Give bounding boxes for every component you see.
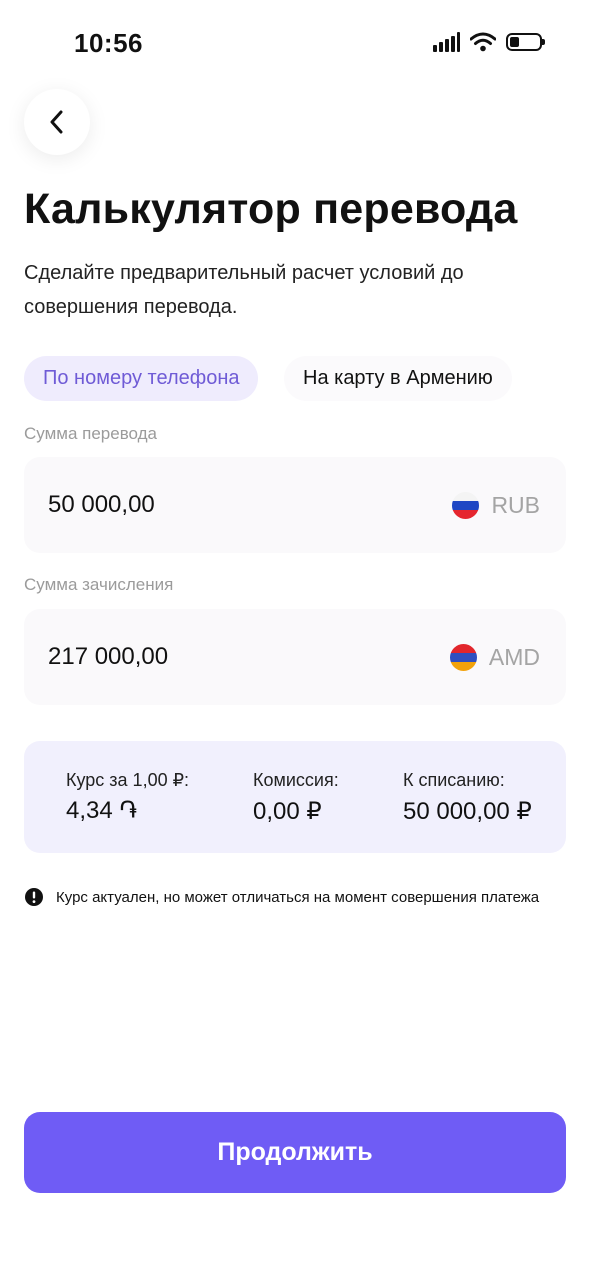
- currency-selector-amd: AMD: [449, 609, 540, 705]
- transfer-amount-value[interactable]: 50 000,00: [48, 457, 155, 553]
- chevron-left-icon: [50, 110, 63, 134]
- tab-by-phone[interactable]: По номеру телефона: [24, 356, 259, 401]
- page-subtitle: Сделайте предварительный расчет условий …: [24, 262, 464, 318]
- back-button[interactable]: [24, 89, 90, 155]
- currency-code: AMD: [488, 643, 540, 670]
- debit-block: К списанию: 50 000,00 ₽: [403, 770, 532, 826]
- tab-card-armenia[interactable]: На карту в Армению: [284, 356, 512, 401]
- rate-label: Курс за 1,00 ₽:: [66, 770, 190, 790]
- fee-block: Комиссия: 0,00 ₽: [253, 770, 339, 826]
- signal-icon: [433, 32, 460, 52]
- credit-amount-field[interactable]: 217 000,00 AMD: [24, 609, 566, 705]
- transfer-amount-field[interactable]: 50 000,00 RUB: [24, 457, 566, 553]
- status-icons: [433, 32, 545, 52]
- battery-icon: [506, 33, 545, 51]
- rate-notice: Курс актуален, но может отличаться на мо…: [24, 887, 539, 907]
- fee-value: 0,00 ₽: [253, 798, 322, 825]
- wifi-icon: [470, 32, 496, 52]
- armenia-flag-icon: [449, 643, 477, 671]
- fee-label: Комиссия:: [253, 770, 339, 790]
- credit-amount-label: Сумма зачисления: [24, 575, 174, 594]
- russia-flag-icon: [452, 491, 480, 519]
- transfer-amount-label: Сумма перевода: [24, 424, 158, 443]
- notice-text: Курс актуален, но может отличаться на мо…: [56, 888, 540, 906]
- currency-selector-rub: RUB: [452, 457, 540, 553]
- rate-value: 4,34 ֏: [66, 797, 138, 824]
- status-bar: 10:56: [0, 0, 590, 90]
- debit-value: 50 000,00 ₽: [403, 798, 532, 825]
- continue-button[interactable]: Продолжить: [24, 1112, 566, 1193]
- rate-block: Курс за 1,00 ₽: 4,34 ֏: [66, 770, 189, 825]
- currency-code: RUB: [491, 491, 540, 518]
- credit-amount-value[interactable]: 217 000,00: [48, 609, 168, 705]
- exclamation-circle-icon: [25, 888, 43, 906]
- summary-box: Курс за 1,00 ₽: 4,34 ֏ Комиссия: 0,00 ₽ …: [24, 741, 566, 853]
- status-time: 10:56: [74, 28, 143, 58]
- debit-label: К списанию:: [403, 770, 505, 790]
- page-title: Калькулятор перевода: [24, 185, 518, 233]
